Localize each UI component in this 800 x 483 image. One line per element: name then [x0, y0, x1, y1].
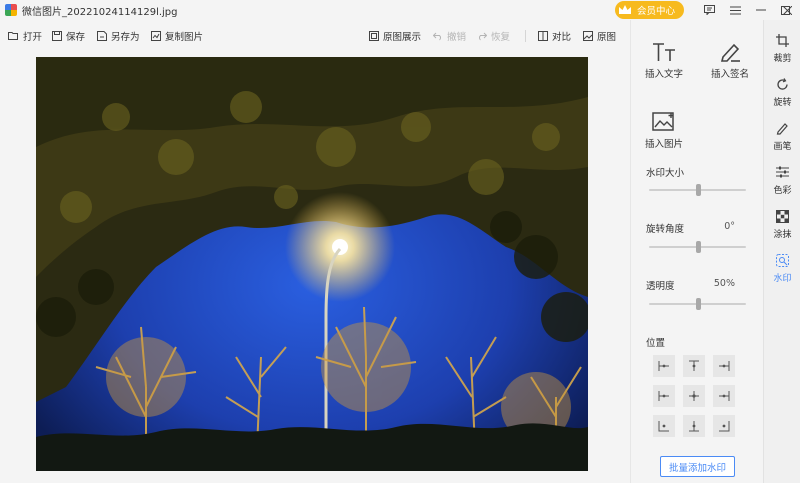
save-button[interactable]: 保存	[52, 25, 85, 47]
rotation-label: 旋转角度	[646, 224, 685, 235]
brush-icon	[776, 120, 789, 136]
image-add-icon	[652, 104, 676, 132]
vip-center-label: 会员中心	[637, 6, 676, 17]
copy-icon	[151, 31, 161, 41]
menu-icon[interactable]	[722, 0, 748, 20]
app-window: 微信图片_20221024114129l.jpg 会员中心 打开 保存 另存为 …	[0, 0, 800, 483]
feedback-icon[interactable]	[696, 0, 722, 20]
insert-text-button[interactable]: 插入文字	[634, 34, 694, 84]
strip-item-watermark[interactable]: 水印	[764, 252, 800, 290]
title-bar: 微信图片_20221024114129l.jpg 会员中心	[0, 0, 800, 20]
opacity-label: 透明度	[646, 281, 675, 292]
original-button[interactable]: 原图	[583, 25, 616, 47]
crown-icon	[617, 2, 633, 18]
watermark-size-slider[interactable]	[649, 184, 746, 196]
position-top-right[interactable]	[713, 355, 735, 377]
position-bottom-center[interactable]	[683, 415, 705, 437]
redo-icon	[478, 32, 487, 41]
crop-icon	[776, 32, 789, 48]
opacity-value: 50%	[713, 278, 735, 289]
position-top-left[interactable]	[653, 355, 675, 377]
watermark-icon	[776, 252, 789, 268]
open-button[interactable]: 打开	[8, 25, 42, 47]
undo-icon	[433, 32, 442, 41]
opacity-slider[interactable]	[649, 298, 746, 310]
strip-item-brush[interactable]: 画笔	[764, 120, 800, 158]
original-display-button[interactable]: 原图展示	[369, 25, 421, 47]
strip-item-mosaic[interactable]: 涂抹	[764, 208, 800, 246]
folder-icon	[8, 32, 18, 40]
photo-preview[interactable]	[36, 57, 588, 471]
strip-item-crop[interactable]: 裁剪	[764, 32, 800, 70]
position-center[interactable]	[683, 385, 705, 407]
minimize-icon[interactable]	[748, 0, 774, 20]
window-title: 微信图片_20221024114129l.jpg	[22, 6, 178, 18]
position-top-center[interactable]	[683, 355, 705, 377]
undo-button[interactable]: 撤销	[433, 25, 466, 47]
rotate-icon	[776, 76, 789, 92]
save-icon	[52, 31, 62, 41]
strip-item-rotate[interactable]: 旋转	[764, 76, 800, 114]
slider-thumb[interactable]	[695, 298, 701, 310]
save-as-button[interactable]: 另存为	[97, 25, 140, 47]
batch-add-watermark-button[interactable]: 批量添加水印	[660, 456, 735, 477]
redo-button[interactable]: 恢复	[477, 25, 510, 47]
close-icon[interactable]	[774, 0, 800, 20]
slider-thumb[interactable]	[695, 184, 701, 196]
save-as-icon	[97, 31, 107, 41]
insert-image-button[interactable]: 插入图片	[634, 104, 694, 154]
original-display-icon	[369, 31, 379, 41]
insert-signature-button[interactable]: 插入签名	[700, 34, 760, 84]
strip-item-color[interactable]: 色彩	[764, 164, 800, 202]
position-bottom-left[interactable]	[653, 415, 675, 437]
app-logo	[5, 4, 17, 16]
text-icon	[652, 34, 676, 62]
slider-thumb[interactable]	[695, 241, 701, 253]
tool-strip: 裁剪 旋转 画笔 色彩 涂抹 水印	[763, 20, 800, 483]
compare-button[interactable]: 对比	[538, 25, 571, 47]
canvas-area[interactable]	[0, 47, 630, 483]
position-grid	[653, 355, 736, 437]
position-middle-right[interactable]	[713, 385, 735, 407]
mosaic-icon	[776, 208, 789, 224]
pen-icon	[719, 34, 741, 62]
rotation-slider[interactable]	[649, 241, 746, 253]
vip-center-button[interactable]: 会员中心	[615, 1, 684, 19]
rotation-value: 0°	[724, 221, 735, 232]
copy-image-button[interactable]: 复制图片	[151, 25, 203, 47]
watermark-panel: 插入文字 插入签名 插入图片 水印大小 旋转角度 0° 透明度 50% 位置 批…	[630, 20, 763, 483]
toolbar-divider	[525, 30, 526, 42]
toolbar: 打开 保存 另存为 复制图片 原图展示 撤销 恢复 对比 原图	[0, 25, 630, 47]
image-icon	[583, 31, 593, 41]
position-middle-left[interactable]	[653, 385, 675, 407]
adjust-icon	[776, 164, 789, 180]
compare-icon	[538, 31, 548, 41]
position-bottom-right[interactable]	[713, 415, 735, 437]
watermark-size-label: 水印大小	[646, 168, 685, 179]
position-label: 位置	[646, 338, 666, 349]
